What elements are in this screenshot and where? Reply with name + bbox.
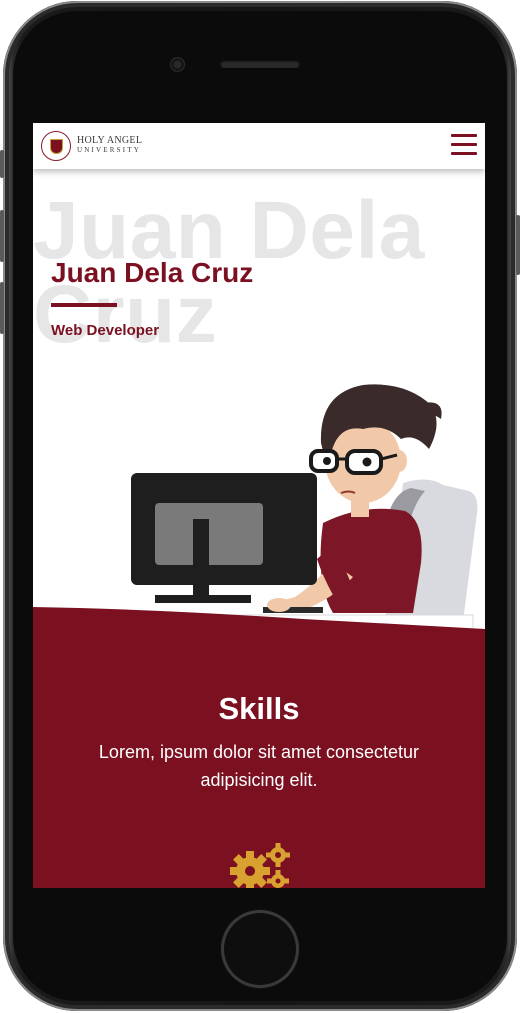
hero-role: Web Developer bbox=[51, 322, 160, 339]
logo-line-2: UNIVERSITY bbox=[77, 146, 141, 154]
phone-power-button bbox=[516, 215, 520, 275]
hero-divider bbox=[51, 303, 117, 307]
hamburger-menu-icon[interactable] bbox=[451, 134, 477, 156]
university-seal-icon bbox=[41, 131, 71, 161]
logo-wordmark: HOLY ANGEL UNIVERSITY bbox=[77, 136, 142, 154]
skills-title: Skills bbox=[218, 691, 300, 726]
phone-mute-switch bbox=[0, 150, 4, 178]
home-button[interactable] bbox=[221, 910, 299, 988]
phone-volume-up bbox=[0, 210, 4, 262]
gears-icon bbox=[230, 843, 290, 888]
university-logo[interactable]: HOLY ANGEL UNIVERSITY bbox=[41, 128, 156, 164]
navbar: HOLY ANGEL UNIVERSITY bbox=[33, 123, 485, 169]
front-camera bbox=[170, 57, 185, 72]
hero-name: Juan Dela Cruz bbox=[51, 257, 254, 288]
logo-line-1: HOLY ANGEL bbox=[77, 135, 143, 146]
phone-volume-down bbox=[0, 282, 4, 334]
earpiece-speaker bbox=[220, 60, 300, 68]
screen: HOLY ANGEL UNIVERSITY Juan Dela Cruz Jua… bbox=[33, 123, 485, 888]
skills-description: Lorem, ipsum dolor sit amet consectetur … bbox=[98, 742, 420, 790]
